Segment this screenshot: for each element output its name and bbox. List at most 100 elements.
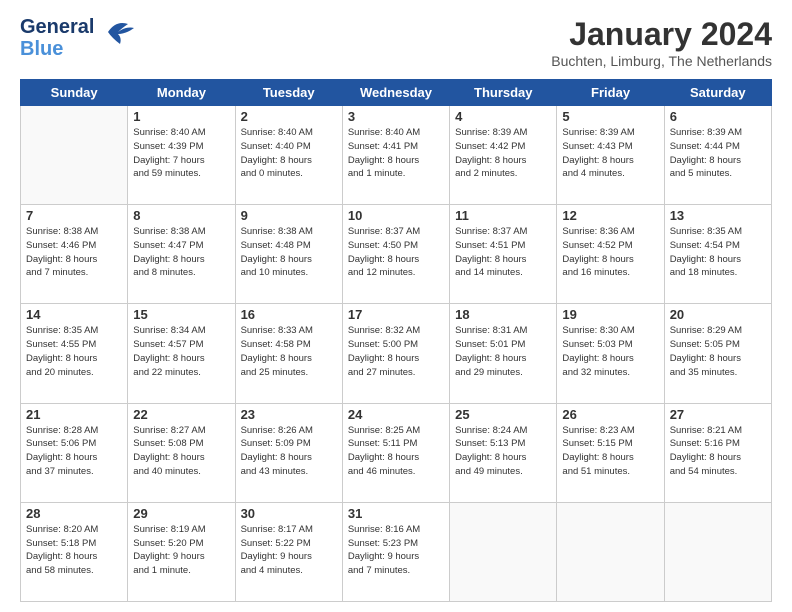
calendar-cell: 24 Sunrise: 8:25 AMSunset: 5:11 PMDayligh…	[342, 403, 449, 502]
day-number: 21	[26, 407, 122, 422]
day-number: 1	[133, 109, 229, 124]
day-number: 30	[241, 506, 337, 521]
day-number: 13	[670, 208, 766, 223]
logo: General Blue	[20, 16, 136, 60]
calendar-cell: 8 Sunrise: 8:38 AMSunset: 4:47 PMDaylight…	[128, 205, 235, 304]
day-number: 28	[26, 506, 122, 521]
day-info: Sunrise: 8:23 AMSunset: 5:15 PMDaylight:…	[562, 424, 658, 479]
calendar-table: SundayMondayTuesdayWednesdayThursdayFrid…	[20, 79, 772, 602]
day-number: 10	[348, 208, 444, 223]
day-info: Sunrise: 8:25 AMSunset: 5:11 PMDaylight:…	[348, 424, 444, 479]
logo-general: General	[20, 16, 94, 38]
day-info: Sunrise: 8:20 AMSunset: 5:18 PMDaylight:…	[26, 523, 122, 578]
day-info: Sunrise: 8:34 AMSunset: 4:57 PMDaylight:…	[133, 324, 229, 379]
calendar-cell: 13Sunrise: 8:35 AMSunset: 4:54 PMDayligh…	[664, 205, 771, 304]
calendar-cell: 30 Sunrise: 8:17 AMSunset: 5:22 PMDayligh…	[235, 502, 342, 601]
day-info: Sunrise: 8:39 AMSunset: 4:42 PMDaylight:…	[455, 126, 551, 181]
day-info: Sunrise: 8:24 AMSunset: 5:13 PMDaylight:…	[455, 424, 551, 479]
month-title: January 2024	[551, 16, 772, 53]
calendar-cell	[664, 502, 771, 601]
calendar-cell	[21, 106, 128, 205]
day-info: Sunrise: 8:19 AMSunset: 5:20 PMDaylight:…	[133, 523, 229, 578]
day-number: 23	[241, 407, 337, 422]
week-row-3: 14 Sunrise: 8:35 AMSunset: 4:55 PMDayligh…	[21, 304, 772, 403]
day-info: Sunrise: 8:33 AMSunset: 4:58 PMDaylight:…	[241, 324, 337, 379]
logo-blue: Blue	[20, 38, 94, 60]
location: Buchten, Limburg, The Netherlands	[551, 53, 772, 69]
calendar-cell: 21Sunrise: 8:28 AMSunset: 5:06 PMDayligh…	[21, 403, 128, 502]
day-number: 5	[562, 109, 658, 124]
title-area: January 2024 Buchten, Limburg, The Nethe…	[551, 16, 772, 69]
day-info: Sunrise: 8:39 AMSunset: 4:44 PMDaylight:…	[670, 126, 766, 181]
day-info: Sunrise: 8:32 AMSunset: 5:00 PMDaylight:…	[348, 324, 444, 379]
day-info: Sunrise: 8:37 AMSunset: 4:51 PMDaylight:…	[455, 225, 551, 280]
calendar-cell: 4 Sunrise: 8:39 AMSunset: 4:42 PMDaylight…	[450, 106, 557, 205]
weekday-header-sunday: Sunday	[21, 80, 128, 106]
day-number: 17	[348, 307, 444, 322]
calendar-cell: 19 Sunrise: 8:30 AMSunset: 5:03 PMDayligh…	[557, 304, 664, 403]
calendar-cell: 15 Sunrise: 8:34 AMSunset: 4:57 PMDayligh…	[128, 304, 235, 403]
week-row-1: 1Sunrise: 8:40 AMSunset: 4:39 PMDaylight…	[21, 106, 772, 205]
week-row-2: 7 Sunrise: 8:38 AMSunset: 4:46 PMDaylight…	[21, 205, 772, 304]
day-info: Sunrise: 8:37 AMSunset: 4:50 PMDaylight:…	[348, 225, 444, 280]
day-info: Sunrise: 8:21 AMSunset: 5:16 PMDaylight:…	[670, 424, 766, 479]
day-number: 3	[348, 109, 444, 124]
day-number: 26	[562, 407, 658, 422]
calendar-cell: 27 Sunrise: 8:21 AMSunset: 5:16 PMDayligh…	[664, 403, 771, 502]
day-info: Sunrise: 8:29 AMSunset: 5:05 PMDaylight:…	[670, 324, 766, 379]
week-row-4: 21Sunrise: 8:28 AMSunset: 5:06 PMDayligh…	[21, 403, 772, 502]
calendar-cell	[450, 502, 557, 601]
day-number: 15	[133, 307, 229, 322]
day-number: 8	[133, 208, 229, 223]
day-number: 7	[26, 208, 122, 223]
day-number: 2	[241, 109, 337, 124]
day-info: Sunrise: 8:36 AMSunset: 4:52 PMDaylight:…	[562, 225, 658, 280]
calendar-cell	[557, 502, 664, 601]
day-number: 18	[455, 307, 551, 322]
calendar-cell: 18 Sunrise: 8:31 AMSunset: 5:01 PMDayligh…	[450, 304, 557, 403]
weekday-header-saturday: Saturday	[664, 80, 771, 106]
calendar-cell: 17 Sunrise: 8:32 AMSunset: 5:00 PMDayligh…	[342, 304, 449, 403]
header: General Blue January 2024 Buchten, Limbu…	[20, 16, 772, 69]
day-number: 12	[562, 208, 658, 223]
day-info: Sunrise: 8:40 AMSunset: 4:41 PMDaylight:…	[348, 126, 444, 181]
day-number: 31	[348, 506, 444, 521]
day-info: Sunrise: 8:31 AMSunset: 5:01 PMDaylight:…	[455, 324, 551, 379]
weekday-header-row: SundayMondayTuesdayWednesdayThursdayFrid…	[21, 80, 772, 106]
day-number: 4	[455, 109, 551, 124]
calendar-cell: 23 Sunrise: 8:26 AMSunset: 5:09 PMDayligh…	[235, 403, 342, 502]
day-info: Sunrise: 8:35 AMSunset: 4:55 PMDaylight:…	[26, 324, 122, 379]
day-number: 11	[455, 208, 551, 223]
day-number: 27	[670, 407, 766, 422]
day-number: 24	[348, 407, 444, 422]
calendar-cell: 28 Sunrise: 8:20 AMSunset: 5:18 PMDayligh…	[21, 502, 128, 601]
day-info: Sunrise: 8:17 AMSunset: 5:22 PMDaylight:…	[241, 523, 337, 578]
calendar-cell: 16Sunrise: 8:33 AMSunset: 4:58 PMDayligh…	[235, 304, 342, 403]
week-row-5: 28 Sunrise: 8:20 AMSunset: 5:18 PMDayligh…	[21, 502, 772, 601]
calendar-cell: 25Sunrise: 8:24 AMSunset: 5:13 PMDayligh…	[450, 403, 557, 502]
calendar-cell: 22Sunrise: 8:27 AMSunset: 5:08 PMDayligh…	[128, 403, 235, 502]
day-info: Sunrise: 8:39 AMSunset: 4:43 PMDaylight:…	[562, 126, 658, 181]
day-info: Sunrise: 8:27 AMSunset: 5:08 PMDaylight:…	[133, 424, 229, 479]
calendar-cell: 20 Sunrise: 8:29 AMSunset: 5:05 PMDayligh…	[664, 304, 771, 403]
day-info: Sunrise: 8:38 AMSunset: 4:47 PMDaylight:…	[133, 225, 229, 280]
weekday-header-wednesday: Wednesday	[342, 80, 449, 106]
day-number: 19	[562, 307, 658, 322]
calendar-cell: 29Sunrise: 8:19 AMSunset: 5:20 PMDayligh…	[128, 502, 235, 601]
day-info: Sunrise: 8:26 AMSunset: 5:09 PMDaylight:…	[241, 424, 337, 479]
calendar-cell: 10 Sunrise: 8:37 AMSunset: 4:50 PMDayligh…	[342, 205, 449, 304]
day-info: Sunrise: 8:38 AMSunset: 4:46 PMDaylight:…	[26, 225, 122, 280]
calendar-cell: 12 Sunrise: 8:36 AMSunset: 4:52 PMDayligh…	[557, 205, 664, 304]
calendar-cell: 9Sunrise: 8:38 AMSunset: 4:48 PMDaylight…	[235, 205, 342, 304]
day-info: Sunrise: 8:16 AMSunset: 5:23 PMDaylight:…	[348, 523, 444, 578]
calendar-cell: 11 Sunrise: 8:37 AMSunset: 4:51 PMDayligh…	[450, 205, 557, 304]
day-info: Sunrise: 8:30 AMSunset: 5:03 PMDaylight:…	[562, 324, 658, 379]
day-number: 6	[670, 109, 766, 124]
logo-bird-icon	[98, 18, 136, 51]
day-number: 14	[26, 307, 122, 322]
calendar-cell: 6 Sunrise: 8:39 AMSunset: 4:44 PMDaylight…	[664, 106, 771, 205]
weekday-header-thursday: Thursday	[450, 80, 557, 106]
page: General Blue January 2024 Buchten, Limbu…	[0, 0, 792, 612]
weekday-header-tuesday: Tuesday	[235, 80, 342, 106]
day-number: 20	[670, 307, 766, 322]
